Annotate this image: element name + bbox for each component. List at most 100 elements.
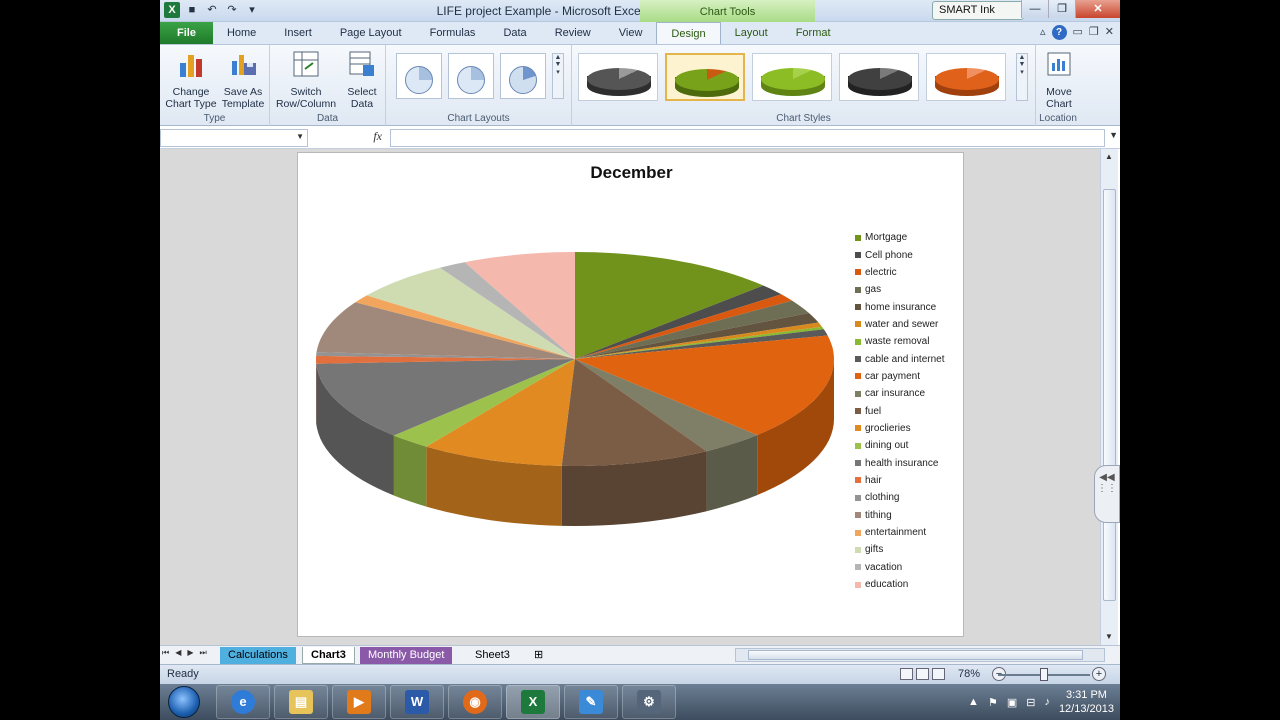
sheet-tab-chart3[interactable]: Chart3 <box>302 647 355 664</box>
doc-restore-icon[interactable]: ❐ <box>1089 25 1099 40</box>
file-explorer-icon[interactable]: ▤ <box>274 685 328 719</box>
select-data-button[interactable]: Select Data <box>342 49 382 110</box>
show-hidden-icons-icon[interactable]: ▲ <box>968 696 979 708</box>
last-sheet-icon[interactable]: ⏭ <box>200 648 207 658</box>
zoom-slider-thumb[interactable] <box>1040 668 1048 681</box>
tab-formulas[interactable]: Formulas <box>416 22 490 44</box>
chart-style-3[interactable] <box>752 53 832 101</box>
layouts-scroll[interactable]: ▲ ▼ ▾ <box>552 53 564 99</box>
first-sheet-icon[interactable]: ⏮ <box>162 648 169 658</box>
chart-legend[interactable]: Mortgage Cell phone electric gas home insura… <box>855 229 945 593</box>
horizontal-scroll-thumb[interactable] <box>748 650 1083 660</box>
chart-layout-1[interactable] <box>396 53 442 99</box>
scroll-down-icon[interactable]: ▼ <box>1101 629 1117 645</box>
chart-style-2[interactable] <box>665 53 745 101</box>
change-chart-type-button[interactable]: Change Chart Type <box>164 49 218 110</box>
tab-format[interactable]: Format <box>782 22 845 44</box>
legend-item[interactable]: vacation <box>855 559 945 576</box>
legend-item[interactable]: hair <box>855 472 945 489</box>
microsoft-word-icon[interactable]: W <box>390 685 444 719</box>
close-icon[interactable]: ✕ <box>1075 0 1120 18</box>
firefox-icon[interactable]: ◉ <box>448 685 502 719</box>
start-button-icon[interactable] <box>168 686 200 718</box>
scroll-up-icon[interactable]: ▲ <box>1101 149 1117 165</box>
insert-sheet-icon[interactable]: ⊞ <box>526 647 551 664</box>
vertical-scroll-thumb[interactable] <box>1103 189 1116 601</box>
normal-view-icon[interactable] <box>900 668 913 680</box>
legend-item[interactable]: car payment <box>855 368 945 385</box>
name-box-dropdown-icon[interactable]: ▼ <box>296 132 304 141</box>
doc-minimize-icon[interactable]: ▭ <box>1073 25 1083 40</box>
legend-item[interactable]: groclieries <box>855 420 945 437</box>
network-icon[interactable]: ⊟ <box>1026 696 1035 709</box>
legend-item[interactable]: water and sewer <box>855 316 945 333</box>
chart-style-1[interactable] <box>578 53 658 101</box>
zoom-level[interactable]: 78% <box>958 668 980 680</box>
media-player-icon[interactable]: ▶ <box>332 685 386 719</box>
pie-side-dining-out[interactable] <box>393 435 427 507</box>
styles-scroll[interactable]: ▲ ▼ ▾ <box>1016 53 1028 101</box>
save-as-template-button[interactable]: Save As Template <box>218 49 268 110</box>
page-break-view-icon[interactable] <box>932 668 945 680</box>
tab-page-layout[interactable]: Page Layout <box>326 22 416 44</box>
legend-item[interactable]: dining out <box>855 437 945 454</box>
legend-item[interactable]: gifts <box>855 541 945 558</box>
expand-formula-bar-icon[interactable]: ▼ <box>1109 130 1118 140</box>
chart-layout-3[interactable] <box>500 53 546 99</box>
next-sheet-icon[interactable]: ▶ <box>187 648 193 658</box>
tab-data[interactable]: Data <box>489 22 540 44</box>
horizontal-scrollbar[interactable] <box>735 648 1105 662</box>
legend-item[interactable]: waste removal <box>855 333 945 350</box>
minimize-icon[interactable]: — <box>1021 0 1048 18</box>
switch-row-column-button[interactable]: Switch Row/Column <box>274 49 338 110</box>
legend-item[interactable]: electric <box>855 264 945 281</box>
smart-tools-icon[interactable]: ⚙ <box>622 685 676 719</box>
legend-item[interactable]: Mortgage <box>855 229 945 246</box>
minimize-ribbon-icon[interactable]: ▵ <box>1040 25 1046 40</box>
chart-area[interactable]: December Mortgage Cell phone electric gas ho… <box>297 152 964 637</box>
tab-view[interactable]: View <box>605 22 657 44</box>
prev-sheet-icon[interactable]: ◀ <box>175 648 181 658</box>
legend-item[interactable]: gas <box>855 281 945 298</box>
vertical-scrollbar[interactable]: ▲ ▼ <box>1100 149 1118 645</box>
smart-sidebar-handle[interactable]: ◀◀ ⋮⋮ <box>1094 465 1120 523</box>
action-center-flag-icon[interactable]: ⚑ <box>988 696 998 709</box>
legend-item[interactable]: car insurance <box>855 385 945 402</box>
smart-notebook-icon[interactable]: ✎ <box>564 685 618 719</box>
doc-close-icon[interactable]: ✕ <box>1105 25 1114 40</box>
insert-function-button[interactable]: fx <box>312 129 388 147</box>
tab-insert[interactable]: Insert <box>270 22 326 44</box>
chart-layout-2[interactable] <box>448 53 494 99</box>
sheet-tab-monthly-budget[interactable]: Monthly Budget <box>360 647 453 664</box>
chart-style-4[interactable] <box>839 53 919 101</box>
move-chart-button[interactable]: Move Chart <box>1038 49 1080 110</box>
legend-item[interactable]: cable and internet <box>855 350 945 367</box>
formula-input[interactable] <box>390 129 1105 147</box>
page-layout-view-icon[interactable] <box>916 668 929 680</box>
restore-icon[interactable]: ❐ <box>1048 0 1075 18</box>
clock[interactable]: 3:31 PM 12/13/2013 <box>1059 688 1114 716</box>
volume-icon[interactable]: ♪ <box>1044 696 1050 708</box>
name-box[interactable]: ▼ <box>160 129 308 147</box>
chart-title[interactable]: December <box>298 163 965 183</box>
sheet-tab-sheet3[interactable]: Sheet3 <box>467 647 518 664</box>
help-icon[interactable]: ? <box>1051 25 1067 40</box>
legend-item[interactable]: health insurance <box>855 454 945 471</box>
legend-item[interactable]: education <box>855 576 945 593</box>
legend-item[interactable]: tithing <box>855 507 945 524</box>
legend-item[interactable]: fuel <box>855 402 945 419</box>
legend-item[interactable]: clothing <box>855 489 945 506</box>
tab-home[interactable]: Home <box>213 22 270 44</box>
internet-explorer-icon[interactable]: e <box>216 685 270 719</box>
tab-file[interactable]: File <box>160 22 213 44</box>
smart-board-icon[interactable]: ▣ <box>1007 696 1017 709</box>
smart-ink-button[interactable]: SMART Ink <box>932 1 1024 20</box>
legend-item[interactable]: home insurance <box>855 298 945 315</box>
sheet-tab-calculations[interactable]: Calculations <box>220 647 296 664</box>
zoom-in-icon[interactable]: + <box>1092 667 1106 681</box>
legend-item[interactable]: Cell phone <box>855 246 945 263</box>
tab-review[interactable]: Review <box>541 22 605 44</box>
chart-style-5[interactable] <box>926 53 1006 101</box>
microsoft-excel-icon[interactable]: X <box>506 685 560 719</box>
tab-layout[interactable]: Layout <box>721 22 782 44</box>
